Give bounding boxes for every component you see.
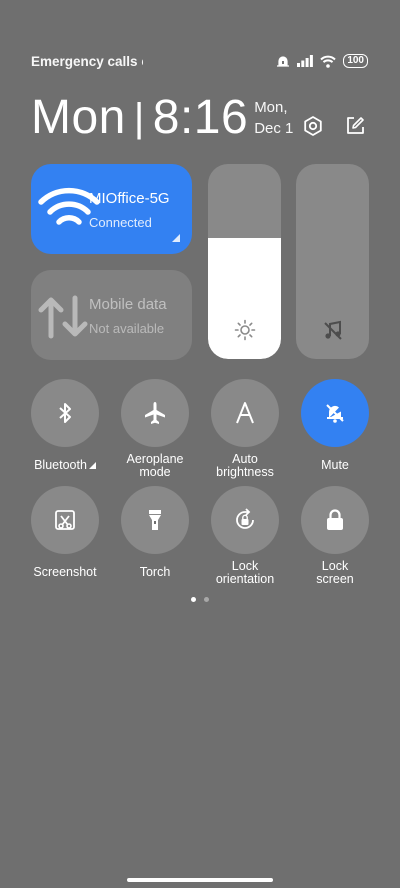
page-indicator [0,597,400,602]
torch-toggle[interactable] [121,486,189,554]
brightness-slider[interactable] [208,164,281,359]
auto-brightness-icon [236,402,254,424]
bluetooth-icon [59,403,71,423]
mobile-data-title: Mobile data [89,296,167,313]
lock-screen-label: Lock screen [316,559,354,586]
lock-orientation-toggle[interactable] [211,486,279,554]
settings-icon[interactable] [302,115,324,137]
screenshot-icon [55,510,75,530]
mute-icon [326,404,344,423]
status-bar: Emergency calls o 100 [31,52,368,70]
mute-label: Mute [321,458,349,472]
lock-icon [327,509,343,530]
volume-slider[interactable] [296,164,369,359]
clock-header: Mon | 8:16 Mon, Dec 1 [31,90,293,146]
alarm-icon [277,56,290,67]
wifi-network-name: MIOffice-5G [89,190,170,207]
screenshot-button[interactable] [31,486,99,554]
carrier-text: Emergency calls o [31,53,143,69]
expand-indicator-icon [88,462,96,469]
airplane-icon [145,402,165,424]
clock-separator: | [133,96,145,140]
lock-orientation-icon [236,508,254,529]
signal-icon [297,55,314,67]
auto-brightness-toggle[interactable] [211,379,279,447]
expand-indicator-icon [172,234,180,242]
mobile-data-status: Not available [89,321,165,336]
wifi-icon [320,55,337,68]
edit-icon[interactable] [344,115,366,137]
bluetooth-toggle[interactable] [31,379,99,447]
clock-time[interactable]: 8:16 [153,90,248,146]
brightness-icon [234,319,255,341]
day-label: Mon [31,91,126,144]
mute-toggle[interactable] [301,379,369,447]
date-label[interactable]: Mon, Dec 1 [254,97,293,139]
page-dot-1[interactable] [191,597,196,602]
lock-screen-button[interactable] [301,486,369,554]
music-mute-icon [323,320,342,340]
torch-icon [149,510,161,530]
wifi-status: Connected [89,215,152,230]
home-indicator[interactable] [127,878,273,882]
battery-icon: 100 [343,54,368,68]
mobile-data-tile[interactable]: Mobile data Not available [31,270,192,360]
status-icons: 100 [276,54,368,68]
wifi-tile[interactable]: MIOffice-5G Connected [31,164,192,254]
mobile-data-icon [38,295,88,339]
page-dot-2[interactable] [204,597,209,602]
aeroplane-mode-toggle[interactable] [121,379,189,447]
